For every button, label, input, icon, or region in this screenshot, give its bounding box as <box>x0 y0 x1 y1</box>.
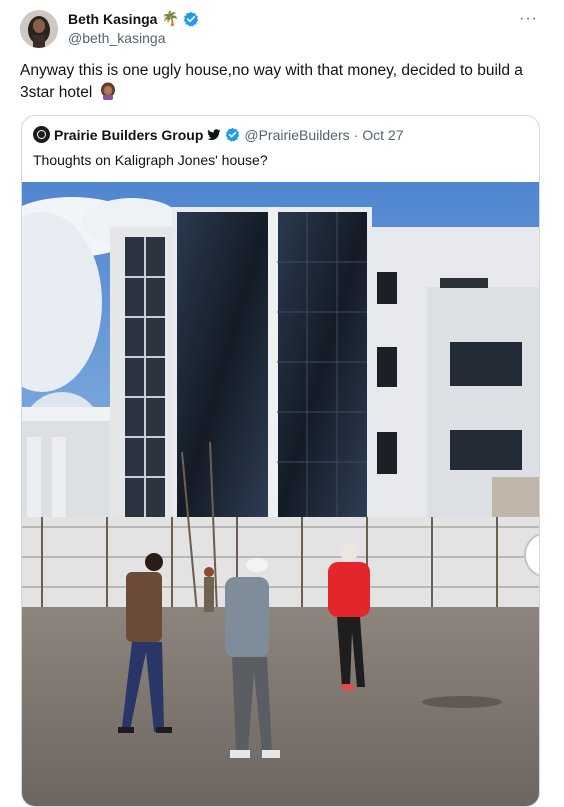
woman-facepalm-emoji <box>100 82 115 100</box>
author-avatar[interactable] <box>20 10 58 48</box>
quoted-text: Thoughts on Kaligraph Jones' house? <box>33 152 268 168</box>
palm-tree-emoji: 🌴 <box>161 10 179 26</box>
twitter-bird-icon <box>207 128 221 140</box>
quoted-tweet[interactable]: Prairie Builders Group @PrairieBuilders … <box>21 115 540 807</box>
verified-badge-icon <box>183 11 199 27</box>
quoted-separator: · <box>353 126 359 143</box>
tweet-text-block: Anyway this is one ugly house,no way wit… <box>20 60 540 104</box>
author-name[interactable]: Beth Kasinga <box>68 11 157 27</box>
tweet-text: Anyway this is one ugly house,no way wit… <box>20 62 523 101</box>
quoted-header: Prairie Builders Group @PrairieBuilders … <box>33 126 404 143</box>
quoted-date[interactable]: Oct 27 <box>362 127 403 143</box>
more-icon[interactable]: ··· <box>519 10 538 28</box>
quoted-name[interactable]: Prairie Builders Group <box>54 127 203 143</box>
author-handle[interactable]: @beth_kasinga <box>68 30 166 46</box>
avatar-image <box>20 10 58 48</box>
author-name-row: Beth Kasinga 🌴 <box>68 10 199 27</box>
quoted-media-image[interactable] <box>22 182 539 806</box>
tweet: Beth Kasinga 🌴 @beth_kasinga ··· Anyway … <box>0 0 564 807</box>
quoted-handle[interactable]: @PrairieBuilders <box>244 127 349 143</box>
quoted-avatar[interactable] <box>33 126 50 143</box>
verified-badge-icon <box>226 127 240 142</box>
